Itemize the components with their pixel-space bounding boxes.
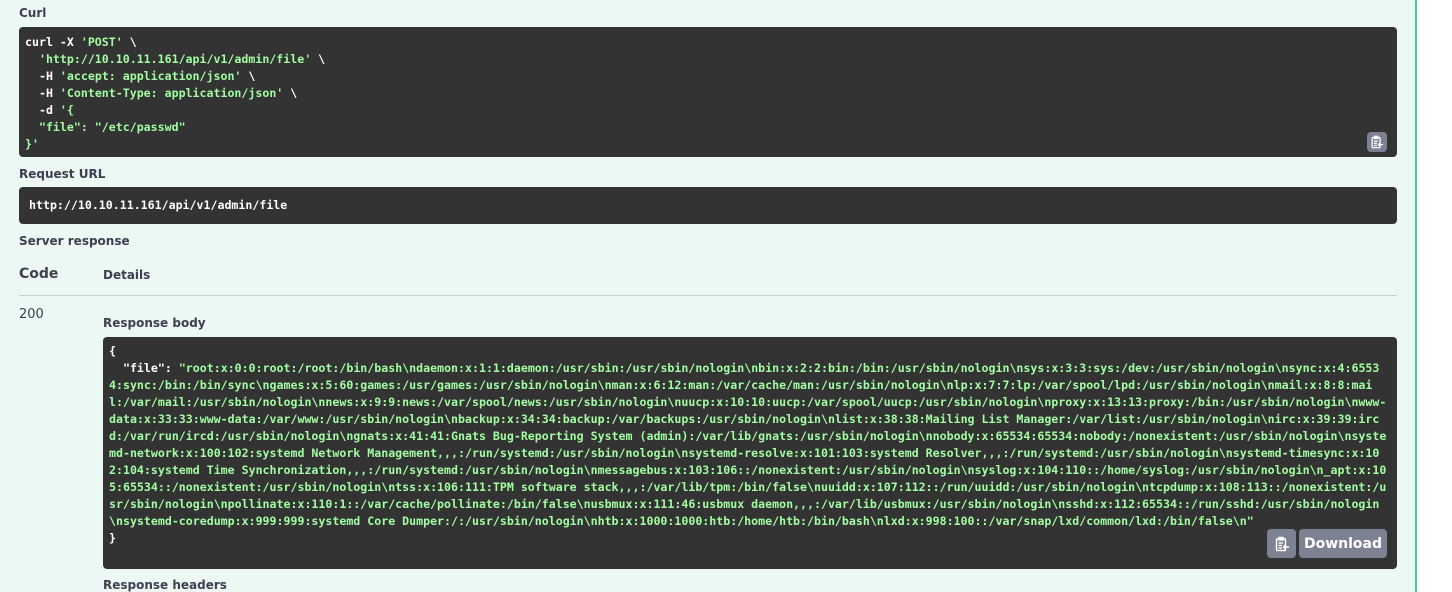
details-column-header: Details (103, 268, 151, 282)
line-continuation: \ (283, 86, 298, 100)
code-column-header: Code (19, 266, 59, 282)
request-url-value: http://10.10.11.161/api/v1/admin/file (19, 187, 1397, 224)
curl-accept-header: 'accept: application/json' (59, 69, 242, 83)
json-open-brace: { (109, 344, 116, 358)
json-value: "root:x:0:0:root:/root:/bin/bash\ndaemon… (109, 361, 1387, 528)
curl-body-line: "file": "/etc/passwd" (38, 120, 186, 134)
copy-response-button[interactable] (1267, 529, 1296, 558)
json-colon: : (164, 361, 179, 375)
copy-curl-button[interactable] (1367, 132, 1387, 152)
json-close-brace: } (109, 531, 116, 545)
curl-url: 'http://10.10.11.161/api/v1/admin/file' (38, 52, 312, 66)
clipboard-icon (1275, 536, 1289, 551)
curl-content-type-header: 'Content-Type: application/json' (59, 86, 284, 100)
header-flag: -H (38, 86, 60, 100)
curl-body-close: }' (25, 137, 39, 151)
curl-body-open: '{ (59, 103, 74, 117)
response-panel: Curl curl -X 'POST' \ 'http://10.10.11.1… (0, 0, 1417, 592)
line-continuation: \ (122, 35, 137, 49)
curl-cmd: curl -X (25, 35, 81, 49)
header-flag: -H (38, 69, 60, 83)
line-continuation: \ (311, 52, 326, 66)
response-status-code: 200 (19, 307, 44, 322)
request-url-label: Request URL (19, 167, 106, 181)
response-body-label: Response body (103, 316, 206, 330)
server-response-label: Server response (19, 234, 130, 248)
response-body-code-block: { "file": "root:x:0:0:root:/root:/bin/ba… (103, 337, 1397, 569)
table-divider (19, 295, 1397, 296)
line-continuation: \ (241, 69, 256, 83)
response-headers-label: Response headers (103, 578, 227, 592)
curl-method: 'POST' (80, 35, 123, 49)
json-key: "file" (122, 361, 165, 375)
curl-code-block: curl -X 'POST' \ 'http://10.10.11.161/ap… (19, 27, 1397, 157)
curl-label: Curl (19, 6, 47, 20)
clipboard-icon (1371, 135, 1384, 149)
data-flag: -d (38, 103, 60, 117)
download-button[interactable]: Download (1299, 529, 1387, 558)
